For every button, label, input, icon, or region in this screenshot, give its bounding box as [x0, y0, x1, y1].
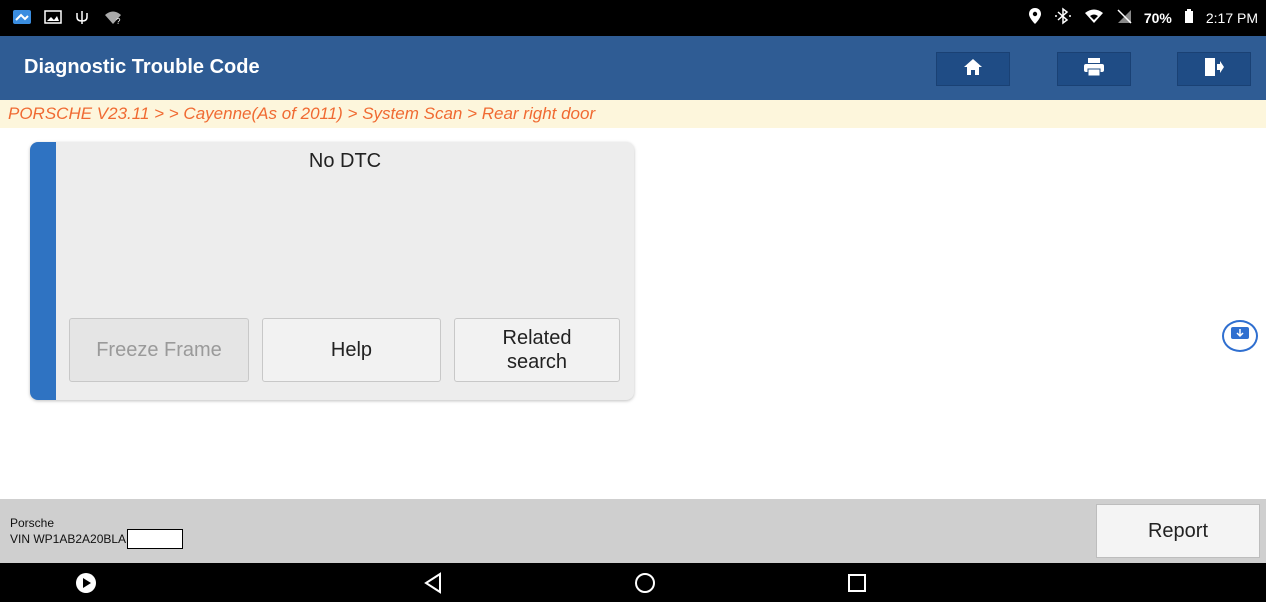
print-icon [1082, 57, 1106, 82]
floating-download-button[interactable] [1222, 320, 1258, 352]
home-nav-icon[interactable] [633, 571, 657, 600]
print-button[interactable] [1057, 52, 1131, 86]
freeze-frame-button[interactable]: Freeze Frame [69, 318, 249, 382]
related-search-label-line1: Related [502, 327, 572, 349]
status-right: 70% 2:17 PM [1028, 7, 1258, 28]
wifi-unknown-icon: ? [104, 9, 122, 30]
home-button[interactable] [936, 52, 1010, 86]
breadcrumb: PORSCHE V23.11 > > Cayenne(As of 2011) >… [0, 100, 1266, 128]
vin-redaction-box [127, 529, 184, 549]
help-label: Help [330, 338, 373, 361]
card-accent-bar [30, 142, 56, 400]
android-nav-bar [0, 563, 1266, 602]
footer-bar: Porsche VIN WP1AB2A20BLA Report [0, 499, 1266, 563]
usb-icon [74, 9, 92, 30]
home-icon [962, 57, 984, 82]
image-icon [44, 9, 62, 30]
vehicle-brand: Porsche [10, 516, 55, 530]
wifi-icon [1084, 8, 1104, 27]
vin-row: VIN WP1AB2A20BLA [10, 529, 184, 549]
location-icon [1028, 7, 1042, 28]
exit-icon [1203, 57, 1225, 82]
svg-text:?: ? [116, 17, 121, 25]
no-sim-icon [1116, 8, 1132, 27]
report-button[interactable]: Report [1096, 504, 1260, 558]
app-icon [12, 8, 32, 31]
bluetooth-icon [1054, 7, 1072, 28]
breadcrumb-text: PORSCHE V23.11 > > Cayenne(As of 2011) >… [8, 104, 596, 123]
dtc-card: No DTC Freeze Frame Help Related search [30, 142, 634, 400]
related-search-button[interactable]: Related search [454, 318, 620, 382]
play-icon[interactable] [74, 571, 98, 600]
report-label: Report [1147, 519, 1209, 542]
page-title: Diagnostic Trouble Code [24, 56, 260, 78]
help-button[interactable]: Help [262, 318, 441, 382]
recents-icon[interactable] [845, 571, 869, 600]
back-icon[interactable] [422, 571, 444, 600]
status-left-icons: ? [12, 8, 122, 31]
app-header: Diagnostic Trouble Code [0, 36, 1266, 100]
exit-button[interactable] [1177, 52, 1251, 86]
vin-text: VIN WP1AB2A20BLA [10, 532, 127, 546]
download-icon [1229, 325, 1251, 348]
dtc-status-text: No DTC [308, 150, 382, 172]
freeze-frame-label: Freeze Frame [96, 338, 222, 361]
status-bar: ? 70% 2:17 PM [0, 0, 1266, 36]
battery-icon [1184, 8, 1194, 27]
related-search-label-line2: search [506, 351, 568, 373]
battery-level: 70% [1143, 9, 1172, 26]
clock: 2:17 PM [1205, 9, 1258, 26]
